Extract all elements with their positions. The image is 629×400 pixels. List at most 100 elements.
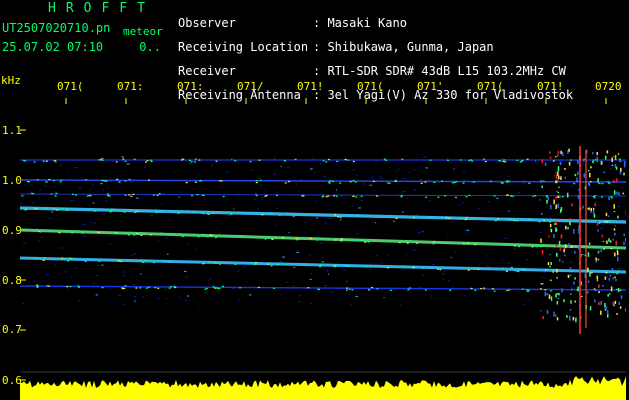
band-speck [67, 260, 70, 262]
band-speck [482, 158, 485, 160]
noise-speck [452, 286, 454, 288]
band-speck [214, 287, 217, 289]
noise-speck [413, 169, 416, 171]
noise-speck [406, 254, 408, 256]
noise-speck [485, 255, 488, 257]
burst-speck [566, 315, 568, 318]
band-speck [617, 270, 620, 272]
band-speck [592, 195, 595, 198]
band-speck [462, 243, 465, 245]
noise-speck [178, 196, 181, 198]
burst-speck [598, 290, 600, 294]
noise-speck [280, 166, 282, 168]
band-speck [58, 232, 61, 234]
burst-speck [557, 203, 559, 208]
noise-speck [285, 281, 288, 283]
noise-speck [601, 233, 603, 235]
band-speck [339, 182, 342, 184]
band-speck [616, 273, 619, 275]
noise-speck [66, 288, 68, 290]
noise-speck [358, 207, 361, 209]
noise-speck [110, 287, 112, 289]
band-speck [147, 179, 150, 181]
burst-speck [577, 286, 579, 292]
noise-speck [92, 202, 95, 204]
burst-speck [577, 171, 579, 176]
noise-speck [421, 274, 425, 276]
burst-speck [557, 150, 560, 155]
band-speck [522, 268, 525, 270]
burst-speck [543, 219, 545, 222]
burst-speck [602, 284, 604, 287]
band-speck [385, 159, 388, 161]
noise-speck [40, 236, 43, 238]
band-speck [109, 211, 112, 213]
band-speck [77, 285, 80, 287]
band-speck [389, 289, 392, 291]
noise-speck [69, 177, 71, 179]
band-speck [521, 288, 524, 290]
band-speck [140, 260, 143, 262]
band-speck [115, 161, 118, 163]
burst-speck [606, 150, 609, 154]
band-speck [128, 178, 131, 181]
noise-speck [342, 269, 346, 271]
band-speck [545, 195, 548, 197]
band-speck [249, 160, 252, 163]
band-speck [267, 263, 270, 265]
noise-speck [243, 265, 246, 267]
band-speck [136, 210, 139, 213]
noise-speck [454, 251, 457, 253]
noise-speck [519, 272, 521, 274]
band-speck [465, 217, 468, 219]
noise-speck [518, 291, 520, 293]
band-speck [222, 195, 225, 198]
noise-speck [155, 208, 157, 210]
band-speck [618, 158, 621, 160]
noise-speck [122, 161, 124, 163]
noise-speck [595, 201, 599, 203]
noise-speck [209, 278, 212, 280]
band-speck [307, 287, 310, 289]
noise-speck [297, 301, 301, 303]
noise-speck [111, 161, 114, 163]
noise-speck [462, 172, 466, 174]
noise-speck [189, 162, 192, 164]
band-speck [118, 181, 121, 183]
band-speck [383, 158, 386, 160]
band-speck [156, 194, 159, 196]
burst-speck [604, 155, 607, 160]
band-speck [531, 246, 534, 248]
noise-speck [345, 280, 349, 282]
band-speck [116, 232, 119, 234]
noise-speck [131, 274, 133, 276]
band-speck [611, 197, 614, 199]
burst-speck [554, 156, 557, 158]
noise-speck [51, 211, 54, 213]
band-speck [484, 160, 487, 163]
burst-speck [546, 309, 549, 314]
band-speck [507, 194, 510, 196]
band-speck [221, 285, 224, 288]
noise-speck [184, 300, 187, 302]
noise-speck [360, 200, 363, 202]
noise-speck [502, 259, 504, 261]
noise-speck [403, 190, 406, 192]
noise-speck [542, 241, 545, 243]
noise-speck [513, 248, 516, 250]
band-speck [158, 193, 161, 195]
band-speck [325, 161, 328, 163]
burst-speck [614, 300, 617, 305]
burst-speck [592, 209, 595, 214]
burst-speck [614, 252, 616, 257]
band-speck [514, 219, 517, 221]
band-speck [152, 194, 155, 196]
band-speck [331, 180, 334, 183]
burst-speck [596, 279, 599, 282]
burst-speck [611, 157, 613, 163]
noise-speck [161, 275, 163, 277]
noise-speck [326, 270, 329, 272]
band-speck [61, 207, 64, 210]
band-speck [204, 288, 207, 290]
noise-speck [607, 284, 609, 286]
